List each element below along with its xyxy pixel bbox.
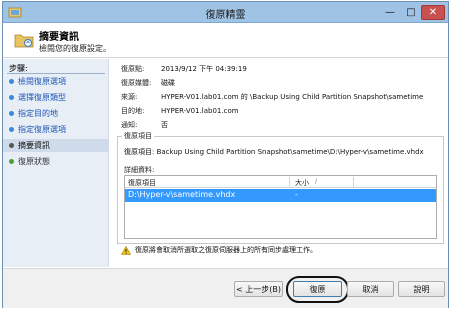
- sidebar-item-label: 選擇復原類型: [18, 93, 66, 102]
- page-subtitle: 檢閱您的復原設定。: [39, 44, 111, 53]
- sidebar-item-select-type[interactable]: 選擇復原類型: [3, 91, 109, 104]
- column-divider[interactable]: [353, 177, 354, 187]
- recovery-point-row: 復原點: 2013/9/12 下午 04:39:19: [121, 64, 247, 75]
- notify-label: 通知:: [121, 121, 138, 129]
- steps-divider: [7, 73, 105, 74]
- cancel-button[interactable]: 取消: [347, 281, 394, 297]
- step-bullet-icon: [9, 127, 14, 132]
- recovery-item-label: 復原項目:: [124, 148, 155, 156]
- close-icon: ✕: [428, 7, 438, 18]
- warning-message: 復原將會取消所選取之復原伺服器上的所有同步處理工作。: [121, 245, 317, 255]
- recovery-items-group-title: 復原項目: [122, 131, 154, 141]
- details-listview[interactable]: 復原項目 大小 / D:\Hyper-v\sametime.vhdx -: [124, 175, 437, 239]
- notify-value: 否: [161, 121, 168, 129]
- highlight-oval: [286, 276, 349, 303]
- column-header-item[interactable]: 復原項目: [128, 178, 156, 188]
- recovery-items-group: 復原項目 復原項目: Backup Using Child Partition …: [117, 131, 444, 244]
- source-value: HYPER-V01.lab01.com 的 \Backup Using Chil…: [161, 93, 424, 101]
- warning-text: 復原將會取消所選取之復原伺服器上的所有同步處理工作。: [135, 246, 317, 254]
- sidebar-item-destination[interactable]: 指定目的地: [3, 107, 109, 120]
- table-row[interactable]: D:\Hyper-v\sametime.vhdx -: [125, 189, 436, 202]
- recovery-item-row: 復原項目: Backup Using Child Partition Snaps…: [124, 147, 424, 157]
- step-bullet-icon: [9, 95, 14, 100]
- recovery-wizard-window: 復原精靈 — □ ✕ 摘要資訊 檢閱您的復原設定。 步驟: 檢閱復原選項 選擇復…: [2, 1, 449, 308]
- step-bullet-icon: [9, 159, 14, 164]
- sidebar-item-label: 指定復原選項: [18, 125, 66, 134]
- wizard-footer: < 上一步(B) 復原 取消 說明: [3, 268, 448, 308]
- step-bullet-icon: [9, 79, 14, 84]
- listview-header: 復原項目 大小 /: [125, 176, 436, 188]
- source-row: 來源: HYPER-V01.lab01.com 的 \Backup Using C…: [121, 92, 423, 103]
- column-header-size[interactable]: 大小: [295, 178, 309, 188]
- step-bullet-icon: [9, 111, 14, 116]
- recovery-point-value: 2013/9/12 下午 04:39:19: [161, 65, 247, 73]
- destination-label: 目的地:: [121, 107, 145, 115]
- sidebar-item-label: 摘要資訊: [18, 141, 50, 150]
- sidebar-item-recovery-options[interactable]: 指定復原選項: [3, 123, 109, 136]
- row-name: D:\Hyper-v\sametime.vhdx: [128, 190, 236, 199]
- recovery-media-row: 復原媒體: 磁碟: [121, 78, 175, 89]
- source-label: 來源:: [121, 93, 138, 101]
- minimize-button[interactable]: —: [380, 5, 400, 20]
- recovery-media-value: 磁碟: [161, 79, 175, 87]
- sidebar-item-summary: 摘要資訊: [3, 139, 109, 152]
- back-button[interactable]: < 上一步(B): [234, 281, 283, 297]
- warning-icon: [121, 245, 131, 255]
- title-bar[interactable]: 復原精靈 — □ ✕: [3, 2, 448, 23]
- recovery-media-label: 復原媒體:: [121, 79, 152, 87]
- details-label: 詳細資料:: [124, 166, 155, 174]
- maximize-button[interactable]: □: [401, 5, 421, 20]
- row-size: -: [295, 190, 298, 199]
- steps-sidebar: 步驟: 檢閱復原選項 選擇復原類型 指定目的地 指定復原選項 摘要資訊 復原狀態: [3, 59, 109, 267]
- sidebar-item-label: 檢閱復原選項: [18, 77, 66, 86]
- help-button[interactable]: 說明: [398, 281, 445, 297]
- summary-content: 復原點: 2013/9/12 下午 04:39:19 復原媒體: 磁碟 來源: HYP…: [115, 59, 445, 267]
- recovery-point-label: 復原點:: [121, 65, 145, 73]
- recovery-item-value: Backup Using Child Partition Snapshot\sa…: [156, 148, 424, 156]
- sidebar-item-review-options[interactable]: 檢閱復原選項: [3, 75, 109, 88]
- column-divider[interactable]: [289, 177, 290, 187]
- sidebar-item-label: 指定目的地: [18, 109, 58, 118]
- wizard-header: 摘要資訊 檢閱您的復原設定。: [3, 24, 448, 58]
- sidebar-item-status: 復原狀態: [3, 155, 109, 168]
- page-title: 摘要資訊: [39, 32, 79, 43]
- sidebar-item-label: 復原狀態: [18, 157, 50, 166]
- step-bullet-icon: [9, 143, 14, 148]
- notify-row: 通知: 否: [121, 120, 168, 131]
- folder-restore-icon: [14, 34, 34, 48]
- close-button[interactable]: ✕: [421, 5, 445, 20]
- destination-value: HYPER-V01.lab01.com: [161, 107, 239, 115]
- sort-caret-icon: /: [315, 178, 318, 185]
- destination-row: 目的地: HYPER-V01.lab01.com: [121, 106, 239, 117]
